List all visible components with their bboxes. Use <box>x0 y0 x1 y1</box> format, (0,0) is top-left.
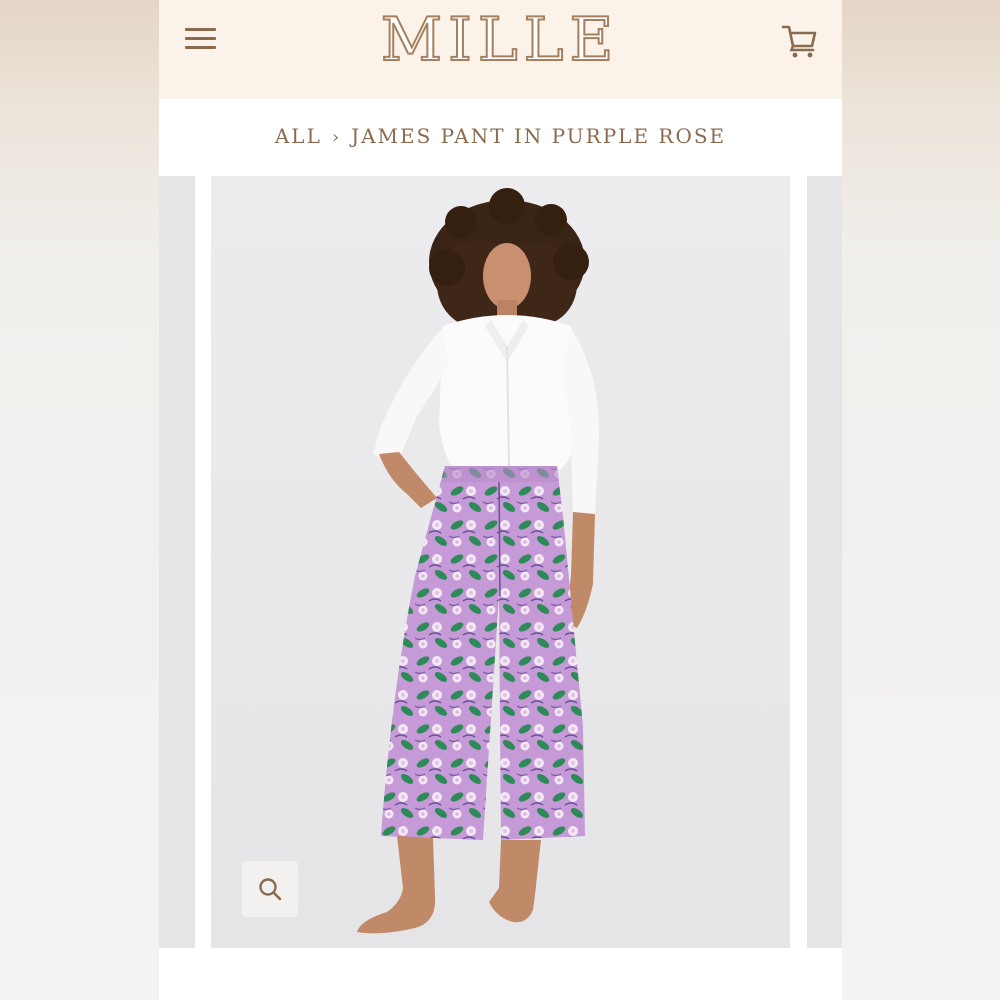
breadcrumb-separator: › <box>331 127 342 148</box>
brand-logo[interactable]: MILLE <box>350 5 650 75</box>
breadcrumb: ALL › JAMES PANT IN PURPLE ROSE <box>159 118 842 154</box>
product-gallery[interactable] <box>159 176 842 948</box>
search-icon <box>259 878 282 901</box>
site-header: MILLE <box>159 0 842 99</box>
backdrop-left <box>0 0 159 1000</box>
menu-icon[interactable] <box>183 26 219 54</box>
breadcrumb-link-all[interactable]: ALL <box>275 124 322 148</box>
backdrop-right <box>842 0 1000 1000</box>
zoom-button[interactable] <box>242 861 298 917</box>
gallery-prev-slide[interactable] <box>159 176 195 948</box>
product-image[interactable] <box>211 176 790 948</box>
breadcrumb-current: JAMES PANT IN PURPLE ROSE <box>351 124 727 148</box>
mobile-page: MILLE ALL › JAMES PANT IN PURPLE ROSE <box>159 0 842 1000</box>
cart-icon[interactable] <box>780 20 820 60</box>
gallery-next-slide[interactable] <box>807 176 842 948</box>
